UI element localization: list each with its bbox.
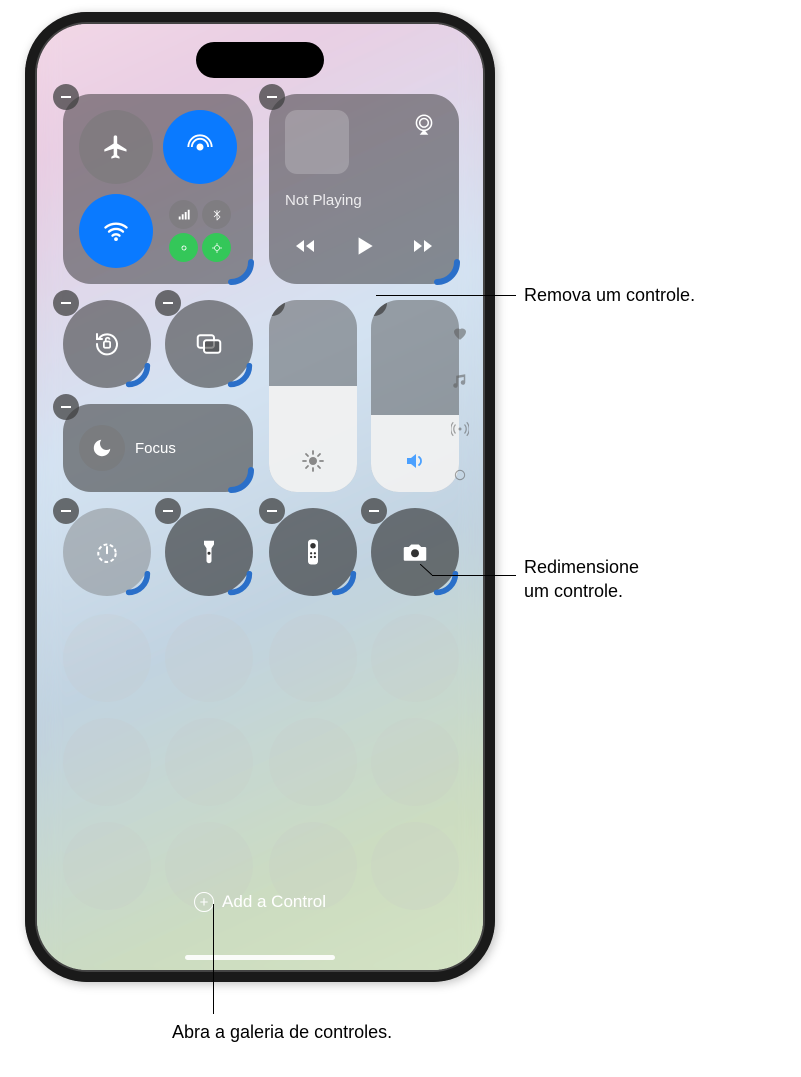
brightness-slider[interactable] [269,300,357,492]
callout-remove: Remova um controle. [524,283,695,307]
orientation-lock-icon [92,329,122,359]
resize-screen-mirroring-handle[interactable] [225,360,257,392]
empty-slot[interactable] [269,614,357,702]
remove-focus-button[interactable] [53,394,79,420]
callout-line-gallery [213,904,214,1014]
remove-flashlight-button[interactable] [155,498,181,524]
timer-tile[interactable] [63,508,151,596]
music-note-icon [451,372,469,390]
empty-slot[interactable] [165,718,253,806]
rewind-button[interactable] [293,234,317,263]
flashlight-icon [194,537,224,567]
now-playing-label: Not Playing [285,192,362,209]
resize-flashlight-handle[interactable] [225,568,257,600]
play-icon [351,233,377,259]
empty-slot[interactable] [371,718,459,806]
callout-resize-line1: Redimensione [524,557,639,577]
resize-orientation-handle[interactable] [123,360,155,392]
callout-resize-line2: um controle. [524,581,623,601]
apple-tv-remote-icon [298,537,328,567]
circle-icon [453,468,467,482]
resize-remote-handle[interactable] [329,568,361,600]
remove-timer-button[interactable] [53,498,79,524]
bluetooth-toggle[interactable] [202,200,231,229]
empty-slot[interactable] [371,822,459,910]
control-center-edit-mode: Not Playing [37,24,483,970]
callout-line-remove [376,295,516,296]
fast-forward-icon [411,234,435,258]
empty-slot[interactable] [371,614,459,702]
airdrop-icon [186,133,214,161]
airplane-mode-toggle[interactable] [79,110,153,184]
wifi-icon [102,217,130,245]
flashlight-tile[interactable] [165,508,253,596]
callout-line-resize [432,575,516,576]
callout-resize: Redimensione um controle. [524,555,639,604]
airdrop-toggle[interactable] [163,110,237,184]
heart-icon [451,324,469,342]
plus-icon: + [194,892,214,912]
moon-icon [91,437,113,459]
personal-hotspot-icon [178,242,190,254]
focus-mode-button[interactable] [79,425,125,471]
airplay-button[interactable] [411,112,441,142]
timer-icon [92,537,122,567]
screen: Not Playing [37,24,483,970]
rewind-icon [293,234,317,258]
resize-connectivity-handle[interactable] [225,256,257,288]
resize-focus-handle[interactable] [225,464,257,496]
connectivity-tile[interactable] [63,94,253,284]
remove-media-button[interactable] [259,84,285,110]
bluetooth-icon [211,209,223,221]
empty-slot[interactable] [63,822,151,910]
sun-icon [301,449,325,478]
speaker-icon [403,449,427,478]
remove-brightness-button[interactable] [269,300,285,316]
cellular-toggle[interactable] [169,200,198,229]
wifi-toggle[interactable] [79,194,153,268]
orientation-lock-tile[interactable] [63,300,151,388]
add-control-label: Add a Control [222,892,326,912]
media-tile[interactable]: Not Playing [269,94,459,284]
screen-mirroring-tile[interactable] [165,300,253,388]
remove-orientation-lock-button[interactable] [53,290,79,316]
album-art-placeholder [285,110,349,174]
apple-tv-remote-tile[interactable] [269,508,357,596]
antenna-icon [451,420,469,438]
camera-icon [400,537,430,567]
empty-slot[interactable] [165,614,253,702]
empty-slot[interactable] [63,614,151,702]
remove-remote-button[interactable] [259,498,285,524]
callout-leader-resize [420,564,440,584]
focus-label: Focus [135,440,176,457]
dynamic-island [196,42,324,78]
cellular-bars-icon [178,209,190,221]
remove-screen-mirroring-button[interactable] [155,290,181,316]
airplay-icon [411,112,437,138]
satellite-icon [211,242,223,254]
personal-hotspot-toggle[interactable] [169,233,198,262]
resize-timer-handle[interactable] [123,568,155,600]
remove-camera-button[interactable] [361,498,387,524]
airplane-icon [102,133,130,161]
page-indicator[interactable] [451,324,469,482]
iphone-frame: Not Playing [25,12,495,982]
remove-volume-button[interactable] [371,300,387,316]
remove-connectivity-button[interactable] [53,84,79,110]
focus-tile[interactable]: Focus [63,404,253,492]
screen-mirroring-icon [194,329,224,359]
empty-slot[interactable] [269,718,357,806]
home-indicator[interactable] [185,955,335,960]
volume-slider[interactable] [371,300,459,492]
play-button[interactable] [351,233,377,264]
resize-media-handle[interactable] [431,256,463,288]
callout-gallery: Abra a galeria de controles. [172,1020,392,1044]
camera-tile[interactable] [371,508,459,596]
empty-slot[interactable] [63,718,151,806]
